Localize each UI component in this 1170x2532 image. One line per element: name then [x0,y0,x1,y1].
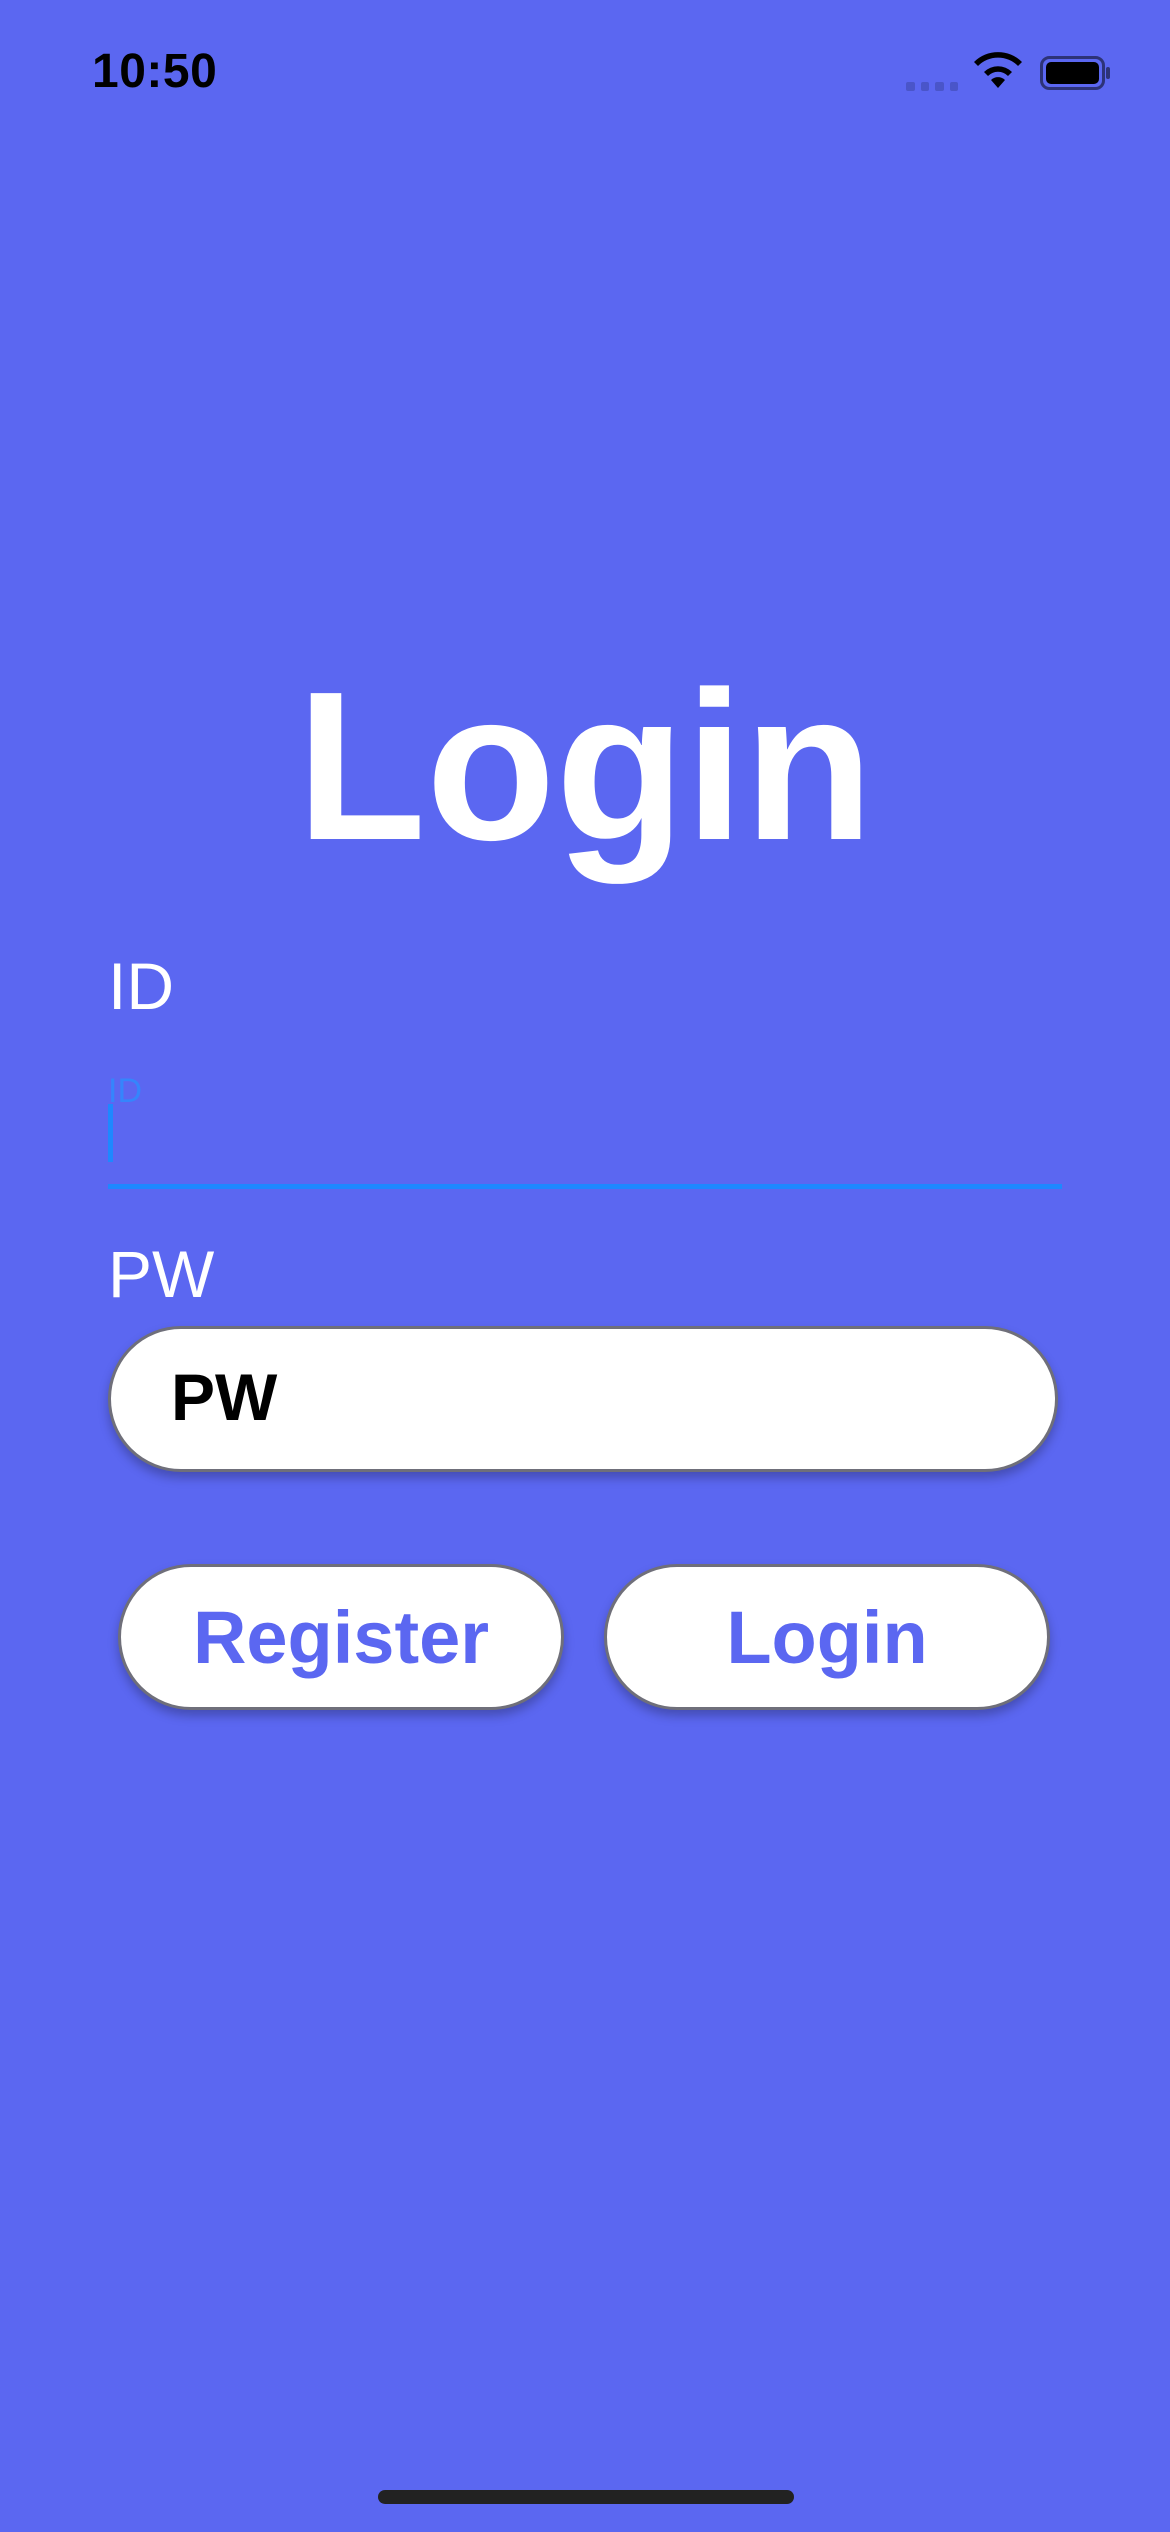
page-title: Login [296,647,874,884]
home-indicator[interactable] [378,2490,794,2504]
status-time: 10:50 [92,45,218,98]
login-button[interactable]: Login [604,1564,1050,1710]
login-screen: 10:50 Login ID ID PW PW Register Login [0,0,1170,2532]
id-placeholder: ID [108,1072,142,1110]
id-input[interactable]: ID [108,1060,1062,1190]
cellular-signal-icon [906,82,958,92]
pw-label: PW [108,1237,215,1311]
battery-icon [1040,56,1110,90]
id-label: ID [108,949,174,1023]
register-button[interactable]: Register [118,1564,564,1710]
password-value: PW [171,1360,278,1434]
text-cursor [108,1104,113,1162]
password-input[interactable]: PW [108,1326,1058,1472]
wifi-icon [974,52,1022,88]
id-underline [108,1184,1062,1189]
